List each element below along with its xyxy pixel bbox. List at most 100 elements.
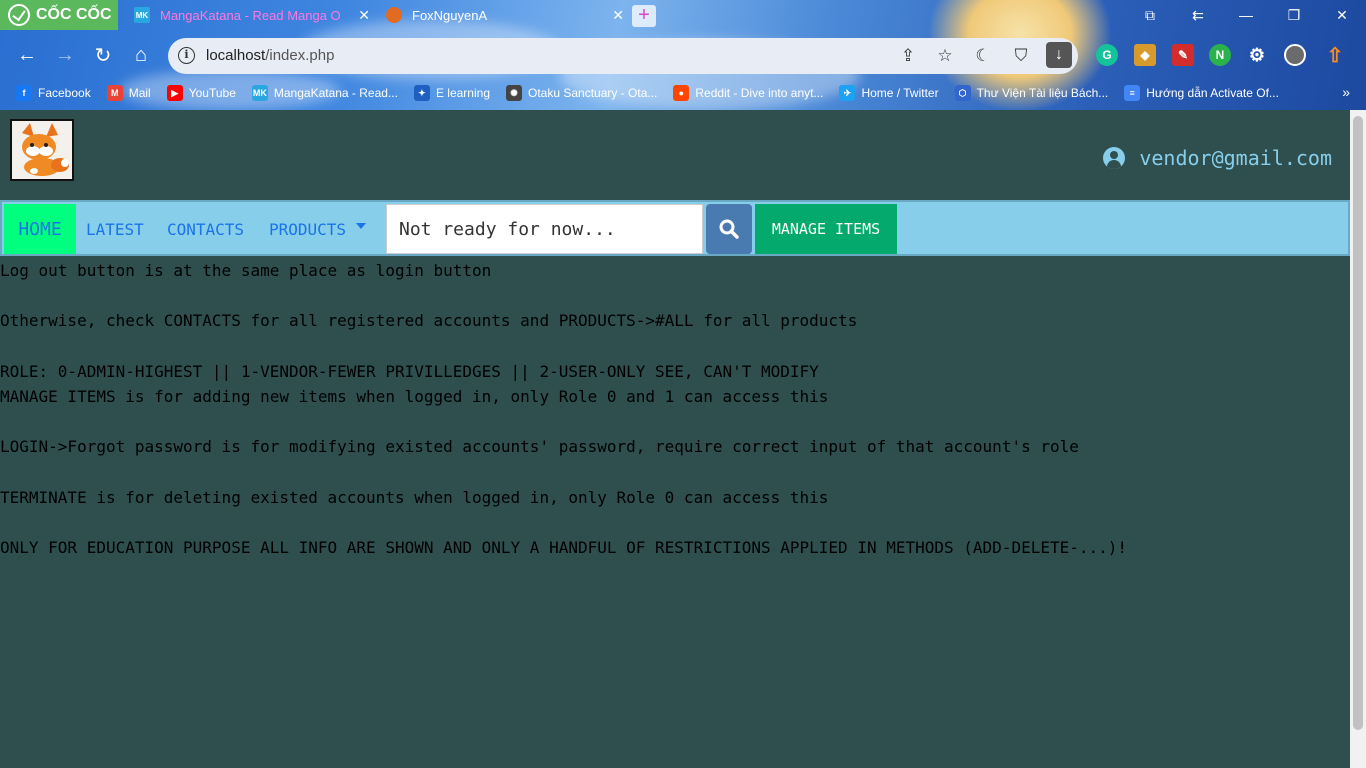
- info-line: LOGIN->Forgot password is for modifying …: [0, 437, 1079, 457]
- fox-favicon-icon: [386, 7, 402, 23]
- tab-title: MangaKatana - Read Manga O: [160, 7, 341, 23]
- browser-brand-button[interactable]: CỐC CỐC: [0, 0, 118, 30]
- bookmark-label: E learning: [435, 86, 490, 100]
- bookmark-favicon-icon: ⬡: [954, 85, 971, 101]
- n-extension-icon[interactable]: N: [1209, 44, 1231, 66]
- info-line: Log out button is at the same place as l…: [0, 261, 492, 280]
- bookmark-item[interactable]: ✈ Home / Twitter: [839, 85, 939, 101]
- nav-products-dropdown[interactable]: PRODUCTS: [269, 204, 367, 254]
- forward-arrow-icon[interactable]: →: [52, 42, 78, 68]
- puzzle-icon[interactable]: ⚙: [1246, 44, 1268, 66]
- back-arrow-icon[interactable]: ←: [14, 42, 40, 68]
- browser-toolbar: ← → ↻ ⌂ i localhost/index.php ⇪ ☆ ☾ ⛉ ↓ …: [0, 36, 1366, 74]
- close-window-icon[interactable]: ✕: [1318, 0, 1366, 30]
- user-icon: [1103, 147, 1126, 169]
- nav-contacts[interactable]: CONTACTS: [167, 204, 244, 254]
- bookmark-star-icon[interactable]: ☆: [935, 46, 955, 66]
- minimize-icon[interactable]: —: [1222, 0, 1270, 30]
- address-bar[interactable]: i localhost/index.php ⇪ ☆ ☾ ⛉ ↓: [168, 38, 1078, 74]
- search-input[interactable]: [386, 204, 703, 254]
- bookmark-item[interactable]: ≡ Hướng dẫn Activate Of...: [1124, 85, 1279, 101]
- download-icon[interactable]: ↓: [1046, 42, 1072, 68]
- tab-bar: CỐC CỐC MK MangaKatana - Read Manga O ✕ …: [0, 0, 1366, 32]
- page-content: vendor@gmail.com HOME LATEST CONTACTS PR…: [0, 110, 1350, 768]
- bookmark-item[interactable]: MK MangaKatana - Read...: [251, 85, 398, 101]
- scrollbar-thumb[interactable]: [1353, 116, 1363, 730]
- screenshot-icon[interactable]: ⧉: [1126, 0, 1174, 30]
- new-tab-button[interactable]: +: [632, 5, 656, 27]
- nav-latest[interactable]: LATEST: [86, 204, 144, 254]
- site-logo[interactable]: [10, 119, 74, 181]
- bookmark-favicon-icon: M: [106, 85, 123, 101]
- bookmark-label: Home / Twitter: [861, 86, 939, 100]
- bookmark-favicon-icon: ✈: [839, 85, 856, 101]
- bookmark-label: Reddit - Dive into anyt...: [695, 86, 824, 100]
- dark-mode-icon[interactable]: ☾: [973, 46, 993, 66]
- coccoc-logo-icon: [8, 4, 30, 26]
- profile-avatar[interactable]: [1284, 44, 1306, 66]
- bookmark-item[interactable]: ⬡ Thư Viện Tài liệu Bách...: [954, 85, 1109, 101]
- info-line: [0, 283, 1127, 308]
- shield-icon[interactable]: ⛉: [1011, 46, 1031, 66]
- bookmark-item[interactable]: ▶ YouTube: [166, 85, 236, 101]
- info-text-block: Log out button is at the same place as l…: [0, 258, 1127, 560]
- info-line: [0, 409, 1127, 434]
- close-tab-icon[interactable]: ✕: [358, 7, 370, 24]
- browser-chrome: CỐC CỐC MK MangaKatana - Read Manga O ✕ …: [0, 0, 1366, 110]
- nav-products-label: PRODUCTS: [269, 219, 347, 239]
- fox-logo-icon: [22, 123, 69, 176]
- bookmark-label: MangaKatana - Read...: [273, 86, 398, 100]
- pen-extension-icon[interactable]: ✎: [1172, 44, 1194, 66]
- brand-label: CỐC CỐC: [36, 6, 112, 23]
- upload-arrow-icon[interactable]: ⇧: [1324, 44, 1346, 67]
- bookmark-label: Otaku Sanctuary - Ota...: [528, 86, 658, 100]
- info-line: ONLY FOR EDUCATION PURPOSE ALL INFO ARE …: [0, 538, 1128, 558]
- nav-home[interactable]: HOME: [4, 204, 76, 254]
- info-line: TERMINATE is for deleting existed accoun…: [0, 487, 829, 507]
- restore-icon[interactable]: ❐: [1270, 0, 1318, 30]
- share-icon[interactable]: ⇪: [898, 46, 918, 66]
- bookmark-favicon-icon: MK: [251, 85, 268, 101]
- user-email: vendor@gmail.com: [1139, 146, 1332, 170]
- site-info-icon[interactable]: i: [178, 47, 195, 64]
- site-navbar: HOME LATEST CONTACTS PRODUCTS MANAGE ITE…: [0, 200, 1350, 256]
- tab-foxnguyena[interactable]: FoxNguyenA ✕: [378, 0, 630, 30]
- grammarly-icon[interactable]: G: [1096, 44, 1118, 66]
- window-controls: ⧉ ⇇ — ❐ ✕: [1126, 0, 1366, 30]
- bookmark-favicon-icon: ≡: [1124, 85, 1141, 101]
- bookmark-favicon-icon: ✺: [506, 85, 522, 101]
- bookmarks-bar: f Facebook M Mail ▶ YouTube MK MangaKatana - Re…: [0, 80, 1366, 106]
- bookmark-label: Facebook: [38, 86, 91, 100]
- bookmarks-overflow-icon[interactable]: »: [1342, 84, 1350, 100]
- info-line: [0, 460, 1127, 485]
- bookmark-item[interactable]: ✦ E learning: [413, 85, 490, 101]
- close-tab-icon[interactable]: ✕: [612, 7, 624, 24]
- bookmark-label: Thư Viện Tài liệu Bách...: [976, 86, 1109, 100]
- manage-items-button[interactable]: MANAGE ITEMS: [755, 204, 897, 254]
- info-line: MANAGE ITEMS is for adding new items whe…: [0, 386, 829, 406]
- bookmark-item[interactable]: M Mail: [106, 85, 151, 101]
- bookmark-item[interactable]: ✺ Otaku Sanctuary - Ota...: [506, 85, 657, 101]
- caret-down-icon: [356, 223, 367, 229]
- game-extension-icon[interactable]: ◆: [1134, 44, 1156, 66]
- bookmark-label: Mail: [128, 86, 151, 100]
- url-text[interactable]: localhost/index.php: [206, 47, 334, 64]
- tab-title: FoxNguyenA: [412, 7, 488, 23]
- bookmark-favicon-icon: ✦: [413, 85, 430, 101]
- user-account[interactable]: vendor@gmail.com: [1103, 146, 1332, 170]
- bookmark-favicon-icon: ▶: [166, 85, 183, 101]
- bookmark-label: YouTube: [188, 86, 236, 100]
- info-line: Otherwise, check CONTACTS for all regist…: [0, 311, 858, 331]
- info-line: [0, 334, 1127, 359]
- bookmark-item[interactable]: ● Reddit - Dive into anyt...: [673, 85, 823, 101]
- back-forward-cache-icon[interactable]: ⇇: [1174, 0, 1222, 30]
- bookmark-label: Hướng dẫn Activate Of...: [1146, 86, 1279, 100]
- info-line: [0, 510, 1127, 535]
- reload-icon[interactable]: ↻: [90, 42, 116, 68]
- info-line: ROLE: 0-ADMIN-HIGHEST || 1-VENDOR-FEWER …: [0, 361, 819, 381]
- page-scrollbar[interactable]: [1350, 110, 1366, 768]
- bookmark-item[interactable]: f Facebook: [16, 85, 91, 101]
- tab-mangakatana[interactable]: MK MangaKatana - Read Manga O ✕: [126, 0, 376, 30]
- search-button[interactable]: [706, 204, 752, 254]
- home-icon[interactable]: ⌂: [128, 42, 154, 68]
